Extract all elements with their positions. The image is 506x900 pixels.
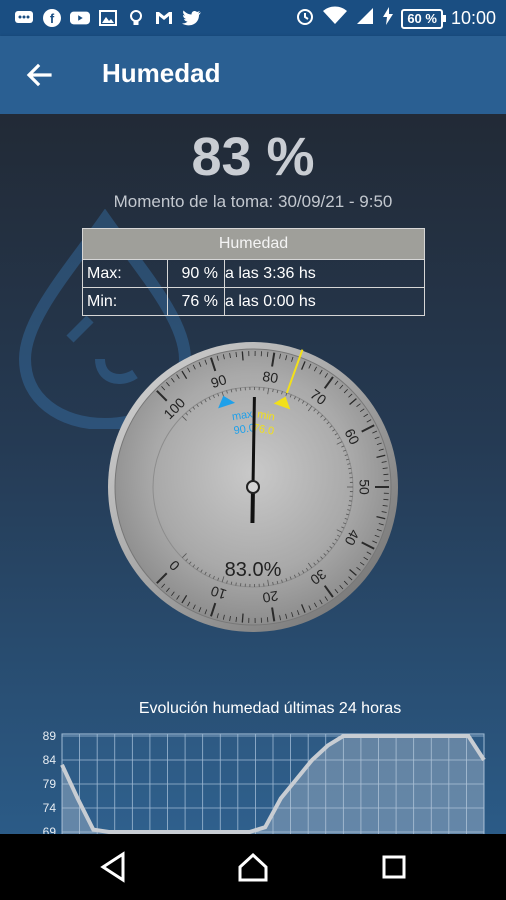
square-recents-icon — [382, 855, 406, 879]
row-value: 90 % — [167, 259, 225, 288]
row-time: a las 3:36 hs — [224, 259, 425, 288]
row-value: 76 % — [167, 287, 225, 316]
gauge-tick — [266, 351, 269, 357]
chart-y-tick-label: 84 — [43, 753, 57, 767]
gauge-scale-label: 50 — [356, 479, 372, 495]
gauge-inner-tick — [348, 467, 352, 470]
gauge-needle — [251, 396, 256, 488]
humidity-chart: 89 84 79 74 69 — [43, 729, 486, 834]
chart-title: Evolución humedad últimas 24 horas — [138, 700, 402, 717]
nav-back-button[interactable] — [97, 850, 131, 884]
row-label: Max: — [82, 259, 168, 288]
lightbulb-icon — [126, 9, 146, 27]
home-icon — [238, 852, 268, 882]
page-title: Humedad — [102, 58, 221, 88]
twitter-icon — [182, 9, 202, 27]
gauge-tick — [266, 617, 269, 623]
gauge-tick — [241, 351, 244, 361]
wifi-icon — [323, 6, 348, 31]
gauge-tick — [241, 613, 244, 623]
system-nav-bar — [0, 834, 506, 900]
gauge-scale-label: 20 — [261, 588, 279, 606]
chart-y-tick-label: 69 — [43, 825, 57, 834]
table-row-min: Min: 76 % a las 0:00 hs — [82, 287, 425, 316]
table-header: Humedad — [82, 228, 425, 260]
youtube-icon — [70, 9, 90, 27]
nav-recents-button[interactable] — [377, 850, 411, 884]
chat-icon — [14, 9, 34, 27]
alarm-icon — [295, 6, 315, 31]
chart-y-tick-label: 79 — [43, 777, 57, 791]
humidity-stats-table: Humedad Max: 90 % a las 3:36 hs Min: 76 … — [82, 228, 425, 316]
humidity-gauge: 010 2030405060708090100 min 76.0 max 90.0… — [108, 342, 398, 632]
gauge-inner-tick — [235, 388, 237, 392]
clock: 10:00 — [450, 8, 496, 28]
chart-y-tick-label: 74 — [43, 801, 57, 815]
chart-y-ticks: 89 84 79 74 69 — [43, 729, 57, 834]
main-content: 83 % Momento de la toma: 30/09/21 - 9:50… — [0, 114, 506, 834]
charging-icon — [383, 7, 394, 30]
gmail-icon — [154, 9, 174, 27]
current-humidity-value: 83 % — [191, 127, 315, 187]
chart-y-tick-label: 89 — [43, 729, 57, 743]
gauge-inner-tick — [235, 582, 237, 586]
table-row-max: Max: 90 % a las 3:36 hs — [82, 259, 425, 288]
triangle-back-icon — [100, 851, 125, 883]
notification-icons: f — [14, 9, 202, 27]
gauge-pivot — [246, 480, 260, 494]
battery-indicator: 60 % — [401, 8, 446, 29]
gauge-inner-tick — [348, 504, 352, 507]
gauge-scale-label: 80 — [261, 368, 279, 386]
svg-text:f: f — [50, 11, 55, 26]
facebook-icon: f — [42, 9, 62, 27]
status-bar: f 60 % 10:00 — [0, 0, 506, 36]
image-icon — [98, 9, 118, 27]
arrow-left-icon — [26, 63, 52, 87]
gauge-readout: 83.0% — [225, 559, 282, 581]
status-right: 60 % 10:00 — [295, 6, 496, 31]
back-button[interactable] — [22, 58, 56, 92]
nav-home-button[interactable] — [236, 850, 270, 884]
app-bar: Humedad — [0, 36, 506, 114]
signal-icon — [355, 6, 375, 31]
row-time: a las 0:00 hs — [224, 287, 425, 316]
row-label: Min: — [82, 287, 168, 316]
measurement-time: Momento de la toma: 30/09/21 - 9:50 — [113, 192, 393, 211]
